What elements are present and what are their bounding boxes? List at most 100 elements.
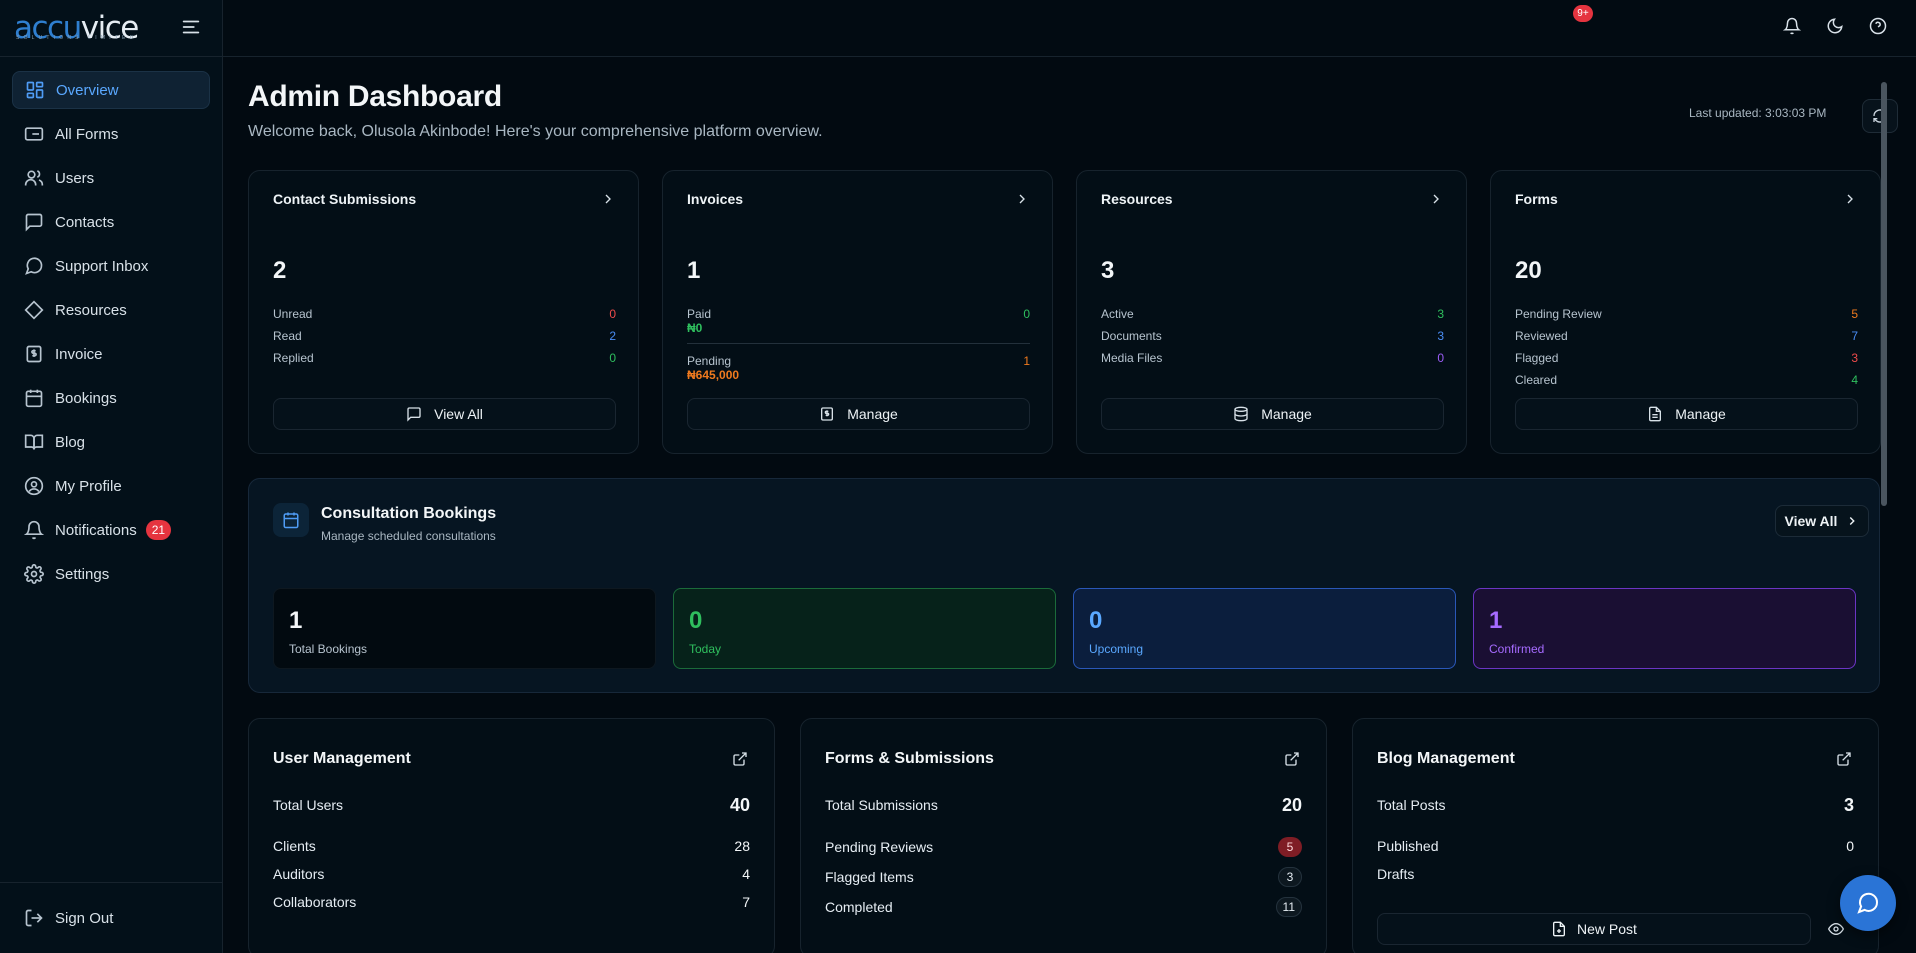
total-posts-row: Total Posts 3 bbox=[1377, 794, 1854, 815]
scrollbar-thumb[interactable] bbox=[1881, 82, 1887, 506]
sidebar-item-resources[interactable]: Resources bbox=[12, 291, 210, 329]
consultation-bookings-panel: Consultation Bookings Manage scheduled c… bbox=[248, 478, 1880, 693]
card-total: 2 bbox=[273, 257, 287, 284]
forms-submissions-card: Forms & Submissions Total Submissions 20 … bbox=[800, 718, 1327, 953]
status-badge: 3 bbox=[1278, 867, 1302, 887]
last-updated-text: Last updated: 3:03:03 PM bbox=[1689, 106, 1827, 120]
paid-amount: ₦0 bbox=[687, 321, 703, 335]
auditors-row: Auditors 4 bbox=[273, 866, 750, 882]
chevron-right-icon[interactable] bbox=[1014, 191, 1030, 207]
user-circle-icon bbox=[24, 476, 44, 496]
manage-resources-button[interactable]: Manage bbox=[1101, 398, 1444, 430]
sidebar-item-support-inbox[interactable]: Support Inbox bbox=[12, 247, 210, 285]
diamond-icon bbox=[24, 300, 44, 320]
message-square-icon bbox=[24, 212, 44, 232]
status-badge: 11 bbox=[1275, 897, 1302, 917]
sidebar-item-label: Overview bbox=[56, 81, 119, 99]
drafts-row: Drafts bbox=[1377, 866, 1415, 882]
status-badge: 5 bbox=[1278, 837, 1302, 857]
sidebar-item-label: Resources bbox=[55, 301, 127, 319]
blog-management-card: Blog Management Total Posts 3 Published 0 … bbox=[1352, 718, 1879, 953]
form-icon bbox=[24, 124, 44, 144]
sidebar-item-label: Contacts bbox=[55, 213, 115, 231]
stat-row-read: Read 2 bbox=[273, 329, 616, 343]
dark-mode-toggle-icon[interactable] bbox=[1824, 15, 1846, 37]
sidebar-item-notifications[interactable]: Notifications 21 bbox=[12, 511, 210, 549]
sidebar-item-label: Invoice bbox=[55, 345, 103, 363]
sidebar-item-invoice[interactable]: Invoice bbox=[12, 335, 210, 373]
receipt-icon bbox=[819, 406, 835, 422]
invoices-card: Invoices 1 Paid 0 ₦0 Pending 1 ₦645,000 Ma… bbox=[662, 170, 1053, 454]
card-title: Contact Submissions bbox=[273, 191, 417, 207]
view-all-bookings-button[interactable]: View All bbox=[1775, 505, 1869, 537]
sidebar-item-bookings[interactable]: Bookings bbox=[12, 379, 210, 417]
today-bookings-box: 0 Today bbox=[673, 588, 1056, 669]
user-management-card: User Management Total Users 40 Clients 28 … bbox=[248, 718, 775, 953]
total-submissions-row: Total Submissions 20 bbox=[825, 794, 1302, 815]
sidebar: accuvice SOLUTIONS LIMITED Overview All … bbox=[0, 0, 223, 953]
sidebar-item-users[interactable]: Users bbox=[12, 159, 210, 197]
file-plus-icon bbox=[1551, 921, 1567, 937]
manage-invoices-button[interactable]: Manage bbox=[687, 398, 1030, 430]
stat-row-cleared: Cleared 4 bbox=[1515, 373, 1858, 387]
total-bookings-box: 1 Total Bookings bbox=[273, 588, 656, 669]
sidebar-item-label: Support Inbox bbox=[55, 257, 149, 275]
card-title: Forms & Submissions bbox=[825, 750, 994, 767]
chat-button[interactable] bbox=[1840, 875, 1896, 931]
calendar-icon bbox=[24, 388, 44, 408]
database-icon bbox=[1233, 406, 1249, 422]
file-text-icon bbox=[1647, 406, 1663, 422]
message-circle-icon bbox=[24, 256, 44, 276]
sidebar-item-blog[interactable]: Blog bbox=[12, 423, 210, 461]
sidebar-item-all-forms[interactable]: All Forms bbox=[12, 115, 210, 153]
sidebar-nav: Overview All Forms Users Contacts Suppor… bbox=[0, 57, 222, 593]
sidebar-item-label: Notifications bbox=[55, 521, 137, 539]
sidebar-item-settings[interactable]: Settings bbox=[12, 555, 210, 593]
log-out-icon bbox=[24, 908, 44, 928]
page-subtitle: Welcome back, Olusola Akinbode! Here's y… bbox=[248, 123, 823, 140]
published-row: Published 0 bbox=[1377, 838, 1854, 854]
new-post-button[interactable]: New Post bbox=[1377, 913, 1811, 945]
sign-out-button[interactable]: Sign Out bbox=[0, 882, 222, 953]
panel-subtitle: Manage scheduled consultations bbox=[321, 529, 496, 543]
clients-row: Clients 28 bbox=[273, 838, 750, 854]
sidebar-item-label: Settings bbox=[55, 565, 110, 583]
stat-row-reviewed: Reviewed 7 bbox=[1515, 329, 1858, 343]
completed-row: Completed 11 bbox=[825, 892, 1302, 922]
external-link-icon[interactable] bbox=[1836, 751, 1854, 769]
sign-out-label: Sign Out bbox=[55, 909, 114, 927]
card-title: Resources bbox=[1101, 191, 1173, 207]
users-icon bbox=[24, 168, 44, 188]
chevron-right-icon[interactable] bbox=[600, 191, 616, 207]
sidebar-item-contacts[interactable]: Contacts bbox=[12, 203, 210, 241]
sidebar-item-label: Blog bbox=[55, 433, 86, 451]
card-title: Forms bbox=[1515, 191, 1558, 207]
stat-row-documents: Documents 3 bbox=[1101, 329, 1444, 343]
manage-forms-button[interactable]: Manage bbox=[1515, 398, 1858, 430]
chevron-right-icon[interactable] bbox=[1428, 191, 1444, 207]
stat-row-flagged: Flagged 3 bbox=[1515, 351, 1858, 365]
confirmed-bookings-box: 1 Confirmed bbox=[1473, 588, 1856, 669]
sidebar-item-overview[interactable]: Overview bbox=[12, 71, 210, 109]
help-icon[interactable] bbox=[1867, 15, 1889, 37]
sidebar-item-label: Users bbox=[55, 169, 95, 187]
contact-submissions-card: Contact Submissions 2 Unread 0 Read 2 Repl… bbox=[248, 170, 639, 454]
page-title: Admin Dashboard bbox=[248, 80, 502, 113]
chevron-right-icon[interactable] bbox=[1842, 191, 1858, 207]
logo-row: accuvice SOLUTIONS LIMITED bbox=[0, 0, 222, 57]
pending-amount: ₦645,000 bbox=[687, 368, 740, 382]
topbar bbox=[223, 0, 1916, 57]
chat-icon bbox=[1856, 891, 1880, 915]
resources-card: Resources 3 Active 3 Documents 3 Media Fil… bbox=[1076, 170, 1467, 454]
notifications-bell-icon[interactable] bbox=[1781, 15, 1803, 37]
menu-toggle-icon[interactable] bbox=[180, 16, 202, 38]
book-open-icon bbox=[24, 432, 44, 452]
external-link-icon[interactable] bbox=[732, 751, 750, 769]
view-all-contacts-button[interactable]: View All bbox=[273, 398, 616, 430]
total-users-row: Total Users 40 bbox=[273, 794, 750, 815]
card-title: User Management bbox=[273, 750, 411, 767]
sidebar-item-my-profile[interactable]: My Profile bbox=[12, 467, 210, 505]
pending-reviews-row: Pending Reviews 5 bbox=[825, 832, 1302, 862]
external-link-icon[interactable] bbox=[1284, 751, 1302, 769]
receipt-icon bbox=[24, 344, 44, 364]
